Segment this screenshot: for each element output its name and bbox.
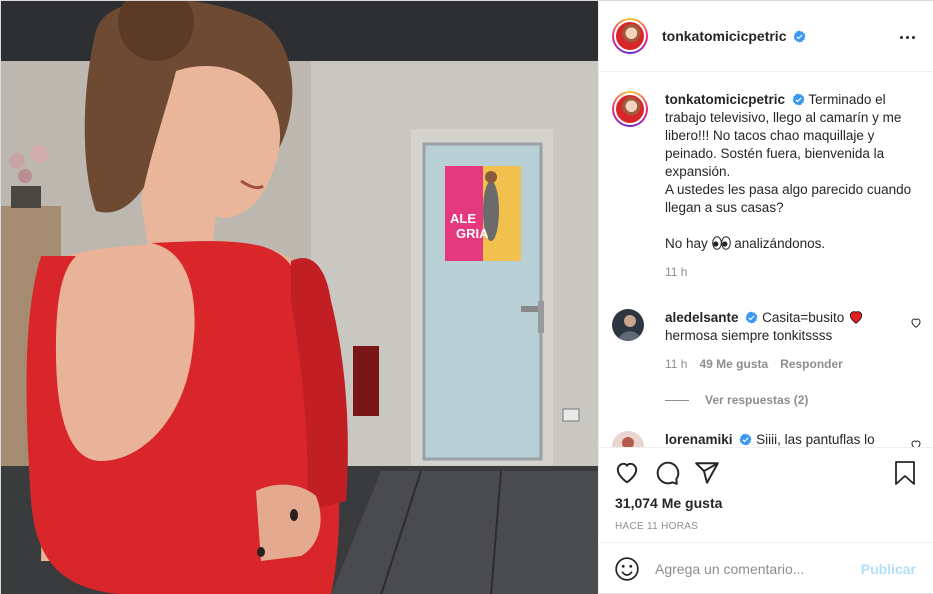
commenter-avatar[interactable]: [612, 309, 644, 341]
instagram-post-modal: ALE GRIA tonkatomicicpetric tonkatomicic…: [0, 0, 933, 594]
comments-list[interactable]: tonkatomicicpetric Terminado el trabajo …: [599, 73, 933, 447]
replies-divider: [665, 399, 689, 401]
caption-body: Terminado el trabajo televisivo, llego a…: [665, 92, 912, 251]
post-header: tonkatomicicpetric: [599, 1, 933, 72]
likes-count[interactable]: 31,074 Me gusta: [615, 495, 722, 511]
svg-text:ALE: ALE: [450, 211, 476, 226]
view-replies-label[interactable]: Ver respuestas (2): [705, 393, 808, 407]
comment-text: aledelsante Casita=busito hermosa siempr…: [665, 309, 922, 345]
comment-item: lorenamiki Siiii, las pantuflas lo: [612, 431, 922, 447]
comment-likes[interactable]: 49 Me gusta: [699, 357, 768, 371]
verified-icon: [745, 311, 758, 324]
small-heart-icon[interactable]: [910, 317, 922, 329]
verified-icon: [792, 93, 805, 106]
comment-body: Casita=busito: [762, 310, 849, 325]
comment-username[interactable]: aledelsante: [665, 310, 739, 325]
red-heart-emoji-icon: [849, 311, 863, 324]
reply-button[interactable]: Responder: [780, 357, 843, 371]
comment-icon[interactable]: [654, 460, 680, 486]
more-icon: [899, 35, 903, 39]
caption: tonkatomicicpetric Terminado el trabajo …: [612, 91, 922, 279]
comment-composer: Publicar: [599, 542, 933, 594]
bookmark-icon[interactable]: [893, 460, 917, 486]
post-actions: 31,074 Me gusta HACE 11 HORAS: [599, 447, 933, 541]
svg-text:GRIA: GRIA: [456, 226, 489, 241]
comment-input[interactable]: [655, 560, 861, 577]
action-icons: [614, 460, 720, 486]
emoji-icon[interactable]: [614, 556, 640, 582]
eyes-emoji-icon: [711, 236, 731, 250]
post-photo[interactable]: ALE GRIA: [1, 1, 598, 594]
commenter-avatar[interactable]: [612, 431, 644, 447]
comment-meta: 11 h 49 Me gusta Responder: [665, 357, 922, 371]
more-options-button[interactable]: [897, 27, 917, 47]
comment-item: aledelsante Casita=busito hermosa siempr…: [612, 309, 922, 371]
small-heart-icon[interactable]: [910, 439, 922, 447]
author-avatar[interactable]: [612, 18, 648, 54]
comment-body: Siiii, las pantuflas lo: [756, 432, 875, 447]
post-timestamp[interactable]: HACE 11 HORAS: [615, 521, 698, 532]
caption-body-end: analizándonos.: [730, 236, 826, 251]
comment-text: lorenamiki Siiii, las pantuflas lo: [665, 431, 922, 447]
author-username[interactable]: tonkatomicicpetric: [662, 28, 806, 44]
publish-button[interactable]: Publicar: [861, 561, 916, 577]
comment-username[interactable]: lorenamiki: [665, 432, 733, 447]
post-sidebar: tonkatomicicpetric tonkatomicicpetric Te…: [598, 1, 933, 593]
caption-avatar[interactable]: [612, 91, 648, 127]
comment-time: 11 h: [665, 357, 688, 371]
post-image-illustration: ALE GRIA: [1, 1, 598, 594]
caption-username[interactable]: tonkatomicicpetric: [665, 92, 785, 107]
author-username-text[interactable]: tonkatomicicpetric: [662, 28, 786, 44]
view-replies-button[interactable]: Ver respuestas (2): [665, 393, 808, 407]
caption-time: 11 h: [665, 265, 688, 279]
comment-body-end: hermosa siempre tonkitssss: [665, 328, 833, 343]
verified-icon: [793, 30, 806, 43]
share-icon[interactable]: [694, 460, 720, 486]
caption-text: tonkatomicicpetric Terminado el trabajo …: [665, 91, 922, 253]
verified-icon: [739, 433, 752, 446]
heart-icon[interactable]: [614, 460, 640, 486]
